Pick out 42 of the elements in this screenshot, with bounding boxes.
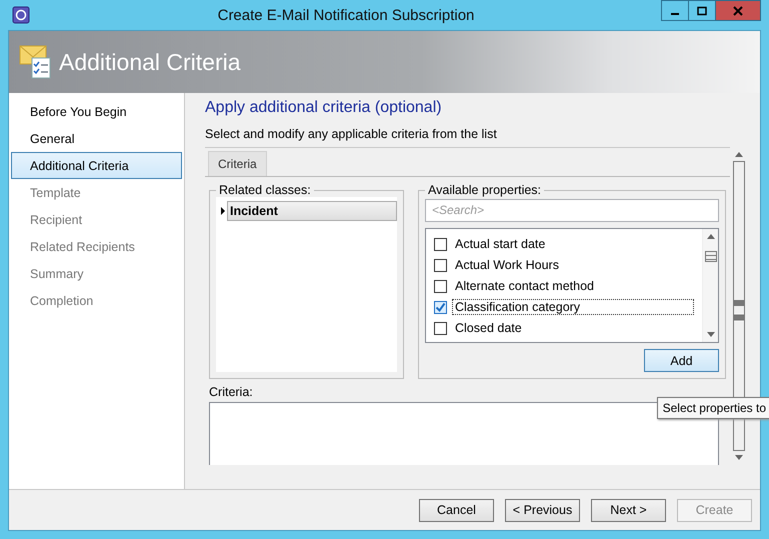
tab[interactable]: Criteria (208, 151, 267, 176)
section-heading: Apply additional criteria (optional) (205, 99, 443, 118)
property-label[interactable]: Actual start date (452, 236, 694, 252)
scroll-down-icon[interactable] (735, 455, 743, 460)
instruction-text: Select and modify any applicable criteria from the list (205, 127, 498, 143)
add-button[interactable]: Add (644, 349, 719, 372)
close-icon (733, 6, 743, 16)
wizard-button[interactable]: < Previous (505, 498, 580, 522)
property-label[interactable]: Closed date (452, 320, 694, 336)
envelope-checklist-icon (19, 44, 53, 80)
scrollbar[interactable] (702, 228, 718, 342)
checkbox[interactable] (434, 258, 447, 272)
group-label: Related classes: (218, 183, 312, 197)
scroll-thumb[interactable] (704, 250, 716, 262)
checkbox[interactable] (434, 322, 447, 335)
checkbox[interactable] (434, 280, 447, 293)
scroll-up-icon[interactable] (735, 152, 743, 157)
page-title: Additional Criteria (59, 48, 241, 76)
criteria-label: Criteria: (209, 385, 254, 399)
minimize-icon (671, 12, 679, 14)
minimize-button[interactable] (661, 0, 689, 21)
property-label[interactable]: Alternate contact method (452, 278, 694, 294)
scroll-down-icon[interactable] (706, 332, 714, 337)
close-button[interactable] (715, 0, 761, 21)
property-label[interactable]: Actual Work Hours (452, 257, 694, 274)
scroll-up-icon[interactable] (706, 234, 714, 239)
checkbox[interactable] (434, 238, 447, 251)
tooltip: Select properties to (656, 397, 769, 419)
maximize-icon (697, 6, 707, 16)
wizard-step[interactable]: Before You Begin (11, 98, 182, 125)
wizard-button[interactable]: Cancel (419, 498, 494, 522)
group-label: Available properties: (427, 183, 542, 197)
app-icon (12, 6, 30, 24)
checkbox[interactable] (434, 300, 447, 314)
search-field[interactable]: <Search> (425, 199, 719, 222)
wizard-step[interactable]: General (11, 125, 182, 152)
maximize-button[interactable] (688, 0, 716, 21)
window-title: Create E-Mail Notification Subscription (216, 6, 476, 24)
wizard-button[interactable]: Next > (591, 498, 666, 522)
property-label[interactable]: Classification category (452, 299, 694, 316)
tree-item[interactable]: Incident (227, 201, 397, 221)
wizard-step[interactable]: Additional Criteria (11, 152, 182, 179)
